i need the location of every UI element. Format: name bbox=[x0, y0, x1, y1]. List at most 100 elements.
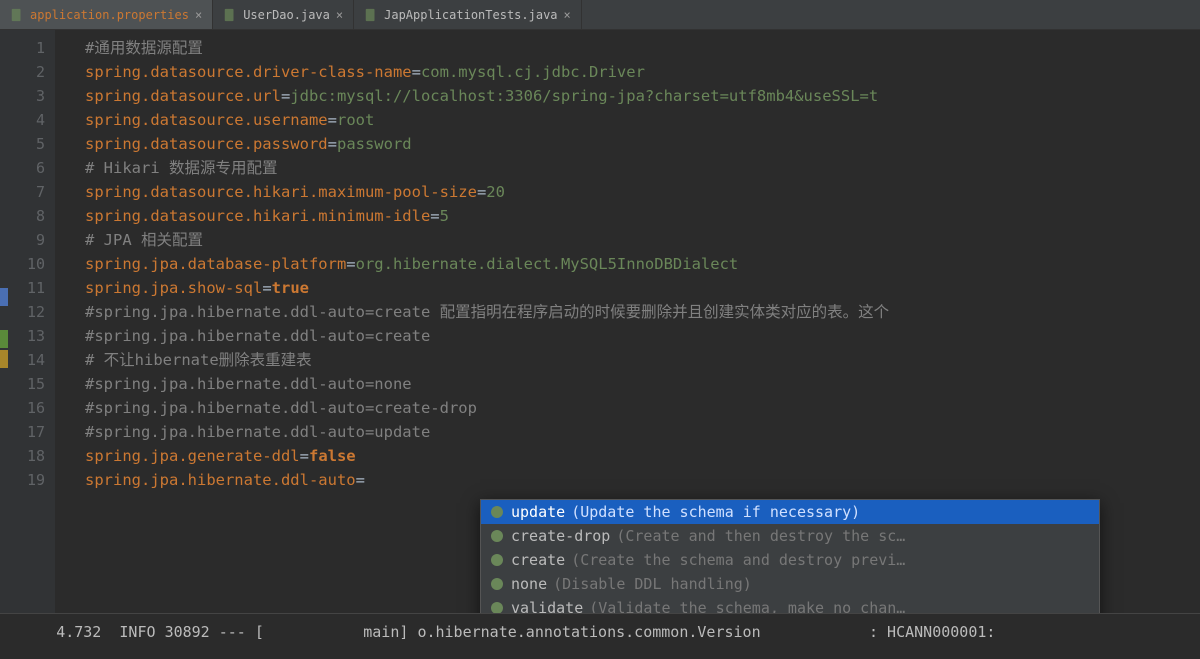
equals-sign: = bbox=[328, 108, 337, 132]
property-value: org.hibernate.dialect.MySQL5InnoDBDialec… bbox=[356, 252, 739, 276]
equals-sign: = bbox=[281, 84, 290, 108]
completion-name: validate bbox=[511, 599, 583, 613]
close-icon[interactable]: × bbox=[336, 8, 343, 22]
ide-window: application.properties×UserDao.java×JapA… bbox=[0, 0, 1200, 659]
console-dash: --- bbox=[219, 623, 246, 641]
console-line: 4.732 INFO 30892 --- [ main] o.hibernate… bbox=[0, 605, 1200, 659]
property-value: true bbox=[272, 276, 309, 300]
comment-text: # Hikari 数据源专用配置 bbox=[85, 156, 278, 180]
code-line[interactable]: spring.datasource.password=password bbox=[85, 132, 1200, 156]
close-icon[interactable]: × bbox=[564, 8, 571, 22]
property-key: spring.jpa.generate-ddl bbox=[85, 444, 300, 468]
completion-name: create-drop bbox=[511, 527, 610, 545]
property-value: false bbox=[309, 444, 356, 468]
console-logger: o.hibernate.annotations.common.Version bbox=[417, 623, 760, 641]
equals-sign: = bbox=[412, 60, 421, 84]
value-icon bbox=[489, 504, 505, 520]
completion-description: (Create the schema and destroy previ… bbox=[571, 551, 905, 569]
gutter-mark bbox=[0, 330, 8, 348]
tab-label: UserDao.java bbox=[243, 8, 330, 22]
code-line[interactable]: spring.datasource.hikari.maximum-pool-si… bbox=[85, 180, 1200, 204]
line-number-gutter: 12345678910111213141516171819 bbox=[0, 30, 55, 613]
value-icon bbox=[489, 552, 505, 568]
code-line[interactable]: spring.datasource.username=root bbox=[85, 108, 1200, 132]
completion-item[interactable]: update (Update the schema if necessary) bbox=[481, 500, 1099, 524]
editor-area: 12345678910111213141516171819 #通用数据源配置sp… bbox=[0, 30, 1200, 613]
console-time: 4.732 bbox=[56, 623, 101, 641]
comment-text: #spring.jpa.hibernate.ddl-auto=create 配置… bbox=[85, 300, 889, 324]
property-key: spring.jpa.show-sql bbox=[85, 276, 262, 300]
close-icon[interactable]: × bbox=[195, 8, 202, 22]
completion-list: update (Update the schema if necessary)c… bbox=[481, 500, 1099, 613]
code-line[interactable]: #spring.jpa.hibernate.ddl-auto=create-dr… bbox=[85, 396, 1200, 420]
code-line[interactable]: spring.jpa.database-platform=org.hiberna… bbox=[85, 252, 1200, 276]
editor-tab[interactable]: UserDao.java × bbox=[213, 0, 354, 29]
completion-description: (Create and then destroy the sc… bbox=[616, 527, 905, 545]
value-icon bbox=[489, 600, 505, 613]
gutter-mark bbox=[0, 350, 8, 368]
equals-sign: = bbox=[430, 204, 439, 228]
property-value: password bbox=[337, 132, 412, 156]
console-msg: HCANN000001: bbox=[887, 623, 995, 641]
console-colon: : bbox=[869, 623, 878, 641]
completion-description: (Update the schema if necessary) bbox=[571, 503, 860, 521]
property-key: spring.jpa.hibernate.ddl-auto bbox=[85, 468, 356, 492]
equals-sign: = bbox=[477, 180, 486, 204]
file-icon bbox=[10, 8, 24, 22]
completion-item[interactable]: create-drop (Create and then destroy the… bbox=[481, 524, 1099, 548]
code-line[interactable]: spring.datasource.hikari.minimum-idle=5 bbox=[85, 204, 1200, 228]
equals-sign: = bbox=[328, 132, 337, 156]
comment-text: #通用数据源配置 bbox=[85, 36, 203, 60]
completion-popup[interactable]: update (Update the schema if necessary)c… bbox=[480, 499, 1100, 613]
code-line[interactable]: spring.jpa.hibernate.ddl-auto= bbox=[85, 468, 1200, 492]
equals-sign: = bbox=[356, 468, 365, 492]
property-key: spring.datasource.hikari.minimum-idle bbox=[85, 204, 430, 228]
file-icon bbox=[364, 8, 378, 22]
editor-tab[interactable]: application.properties× bbox=[0, 0, 213, 29]
completion-item[interactable]: create (Create the schema and destroy pr… bbox=[481, 548, 1099, 572]
code-line[interactable]: spring.jpa.show-sql=true bbox=[85, 276, 1200, 300]
code-line[interactable]: #spring.jpa.hibernate.ddl-auto=create bbox=[85, 324, 1200, 348]
editor-tabs: application.properties×UserDao.java×JapA… bbox=[0, 0, 1200, 30]
comment-text: #spring.jpa.hibernate.ddl-auto=create bbox=[85, 324, 430, 348]
property-value: 5 bbox=[440, 204, 449, 228]
file-icon bbox=[223, 8, 237, 22]
left-gutter-strip bbox=[0, 30, 8, 613]
completion-item[interactable]: validate (Validate the schema, make no c… bbox=[481, 596, 1099, 613]
gutter-mark bbox=[0, 288, 8, 306]
code-line[interactable]: #通用数据源配置 bbox=[85, 36, 1200, 60]
property-key: spring.jpa.database-platform bbox=[85, 252, 346, 276]
completion-item[interactable]: none (Disable DDL handling) bbox=[481, 572, 1099, 596]
code-line[interactable]: #spring.jpa.hibernate.ddl-auto=update bbox=[85, 420, 1200, 444]
comment-text: #spring.jpa.hibernate.ddl-auto=update bbox=[85, 420, 430, 444]
value-icon bbox=[489, 528, 505, 544]
property-value: root bbox=[337, 108, 374, 132]
completion-description: (Disable DDL handling) bbox=[553, 575, 752, 593]
property-value: 20 bbox=[486, 180, 505, 204]
comment-text: #spring.jpa.hibernate.ddl-auto=none bbox=[85, 372, 412, 396]
editor-tab[interactable]: JapApplicationTests.java × bbox=[354, 0, 582, 29]
value-icon bbox=[489, 576, 505, 592]
equals-sign: = bbox=[346, 252, 355, 276]
completion-description: (Validate the schema, make no chan… bbox=[589, 599, 905, 613]
tab-label: JapApplicationTests.java bbox=[384, 8, 557, 22]
equals-sign: = bbox=[262, 276, 271, 300]
code-line[interactable]: # Hikari 数据源专用配置 bbox=[85, 156, 1200, 180]
property-key: spring.datasource.password bbox=[85, 132, 328, 156]
property-value: com.mysql.cj.jdbc.Driver bbox=[421, 60, 645, 84]
completion-name: create bbox=[511, 551, 565, 569]
comment-text: #spring.jpa.hibernate.ddl-auto=create-dr… bbox=[85, 396, 477, 420]
code-line[interactable]: spring.datasource.driver-class-name=com.… bbox=[85, 60, 1200, 84]
console-pid: 30892 bbox=[165, 623, 210, 641]
console-level: INFO bbox=[119, 623, 155, 641]
code-line[interactable]: # 不让hibernate删除表重建表 bbox=[85, 348, 1200, 372]
bottom-panel: 88 ms 4.732 INFO 30892 --- [ main] o.hib… bbox=[0, 613, 1200, 659]
code-line[interactable]: #spring.jpa.hibernate.ddl-auto=create 配置… bbox=[85, 300, 1200, 324]
code-line[interactable]: # JPA 相关配置 bbox=[85, 228, 1200, 252]
code-line[interactable]: spring.jpa.generate-ddl=false bbox=[85, 444, 1200, 468]
console-bracket: [ bbox=[255, 623, 264, 641]
property-value: jdbc:mysql://localhost:3306/spring-jpa?c… bbox=[290, 84, 878, 108]
code-line[interactable]: #spring.jpa.hibernate.ddl-auto=none bbox=[85, 372, 1200, 396]
comment-text: # JPA 相关配置 bbox=[85, 228, 203, 252]
code-line[interactable]: spring.datasource.url=jdbc:mysql://local… bbox=[85, 84, 1200, 108]
